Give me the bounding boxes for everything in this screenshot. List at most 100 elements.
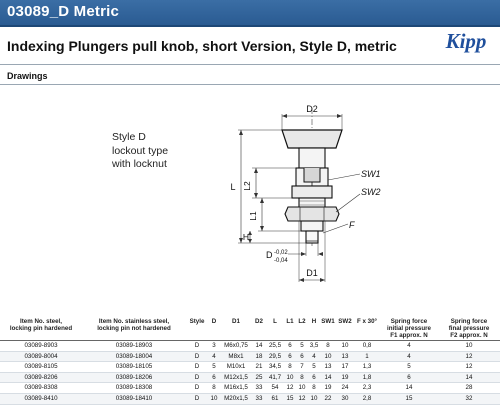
table-cell: 6 — [284, 340, 296, 352]
dim-label-d: D — [266, 250, 273, 260]
table-cell: D — [186, 382, 208, 394]
spec-table: Item No. steel, locking pin hardened Item… — [0, 318, 500, 405]
dim-label-l1: L1 — [248, 211, 258, 221]
divider — [0, 84, 500, 85]
table-cell: 3,5 — [308, 340, 320, 352]
table-cell: 10 — [438, 340, 500, 352]
kipp-logo: Kipp — [439, 28, 493, 54]
table-cell: D — [186, 393, 208, 405]
table-cell: 1,8 — [354, 372, 380, 384]
table-cell: 6 — [296, 351, 308, 363]
title-bar: 03089_D Metric — [0, 0, 500, 27]
table-cell: 03089-8308 — [0, 382, 82, 394]
table-cell: 10 — [308, 393, 320, 405]
dim-label-h: H — [243, 232, 249, 242]
table-cell: 6 — [284, 351, 296, 363]
table-cell: 3 — [208, 340, 220, 352]
table-cell: M12x1,5 — [220, 372, 252, 384]
table-cell: 03089-8105 — [0, 361, 82, 373]
table-cell: D — [186, 351, 208, 363]
logo-lettering: Kipp — [445, 29, 487, 53]
lockout-slot — [303, 168, 321, 183]
table-row: 03089-8903 03089-18903 D 3 M6x0,75 14 25,5 6 5 3,… — [0, 340, 500, 352]
column-header: D1 — [220, 318, 252, 341]
dim-label-d1: D1 — [306, 268, 318, 278]
table-cell: 03089-18308 — [82, 382, 186, 394]
table-cell: 28 — [438, 382, 500, 394]
tolerance-upper: -0,02 — [274, 250, 288, 256]
housing-upper — [298, 147, 326, 169]
table-row: 03089-8004 03089-18004 D 4 M8x1 18 29,5 6 6 4 10 13… — [0, 351, 500, 363]
table-cell: 03089-8410 — [0, 393, 82, 405]
dim-label-l2: L2 — [242, 181, 252, 191]
table-cell: 03089-8206 — [0, 372, 82, 384]
table-cell: 12 — [438, 351, 500, 363]
table-row: 03089-8206 03089-18206 D 6 M12x1,5 25 41,7 10 8 6… — [0, 372, 500, 384]
technical-drawing: D2 L L2 L1 H SW1 SW2 F D -0,02 -0,04 D1 — [230, 104, 381, 282]
table-cell: 14 — [320, 372, 336, 384]
table-cell: 6 — [380, 372, 438, 384]
table-cell: 5 — [308, 361, 320, 373]
table-cell: D — [186, 361, 208, 373]
table-cell: 22 — [320, 393, 336, 405]
table-cell: 8 — [308, 382, 320, 394]
hex-collar — [291, 185, 333, 199]
table-cell: 8 — [320, 340, 336, 352]
table-cell: 5 — [208, 361, 220, 373]
table-cell: 10 — [320, 351, 336, 363]
table-cell: D — [186, 340, 208, 352]
table-cell: 4 — [208, 351, 220, 363]
divider — [0, 64, 500, 65]
table-cell: 24 — [336, 382, 354, 394]
table-cell: 6 — [208, 372, 220, 384]
table-cell: 4 — [308, 351, 320, 363]
table-cell: 54 — [266, 382, 284, 394]
body-end — [300, 220, 324, 232]
dim-label-l: L — [230, 182, 235, 192]
table-cell: 6 — [308, 372, 320, 384]
table-row: 03089-8308 03089-18308 D 8 M16x1,5 33 54 12 10 8 1… — [0, 382, 500, 394]
table-cell: 33 — [252, 382, 266, 394]
table-cell: 03089-18410 — [82, 393, 186, 405]
table-cell: M8x1 — [220, 351, 252, 363]
column-header: Spring force initial pressure F1 approx.… — [380, 318, 438, 341]
column-header: D — [208, 318, 220, 341]
table-cell: 10 — [208, 393, 220, 405]
column-header: H — [308, 318, 320, 341]
table-cell: 1,3 — [354, 361, 380, 373]
table-cell: 1 — [354, 351, 380, 363]
column-header: Item No. steel, locking pin hardened — [0, 318, 82, 341]
table-cell: 13 — [320, 361, 336, 373]
table-cell: 29,5 — [266, 351, 284, 363]
table-cell: 7 — [296, 361, 308, 373]
column-header: F x 30° — [354, 318, 380, 341]
column-header: SW2 — [336, 318, 354, 341]
column-header: Item No. stainless steel, locking pin no… — [82, 318, 186, 341]
table-cell: M10x1 — [220, 361, 252, 373]
table-cell: 03089-18004 — [82, 351, 186, 363]
table-cell: 10 — [296, 382, 308, 394]
table-cell: 30 — [336, 393, 354, 405]
table-cell: 8 — [284, 361, 296, 373]
dim-label-f: F — [349, 220, 355, 230]
dim-label-d2: D2 — [306, 104, 318, 114]
table-cell: 18 — [252, 351, 266, 363]
table-cell: 12 — [284, 382, 296, 394]
table-cell: 8 — [208, 382, 220, 394]
column-header: SW1 — [320, 318, 336, 341]
pull-knob — [281, 129, 343, 149]
table-row: 03089-8105 03089-18105 D 5 M10x1 21 34,5 8 7 5 13 1… — [0, 361, 500, 373]
column-header: Style — [186, 318, 208, 341]
table-cell: 8 — [296, 372, 308, 384]
table-cell: 03089-8903 — [0, 340, 82, 352]
table-cell: 4 — [380, 340, 438, 352]
dim-label-sw2: SW2 — [361, 187, 381, 197]
table-cell: 19 — [336, 372, 354, 384]
column-header: L2 — [296, 318, 308, 341]
table-cell: 15 — [284, 393, 296, 405]
table-cell: 12 — [296, 393, 308, 405]
table-cell: 12 — [438, 361, 500, 373]
leader-sw2 — [335, 193, 361, 213]
section-label: Drawings — [7, 71, 48, 81]
table-cell: M20x1,5 — [220, 393, 252, 405]
